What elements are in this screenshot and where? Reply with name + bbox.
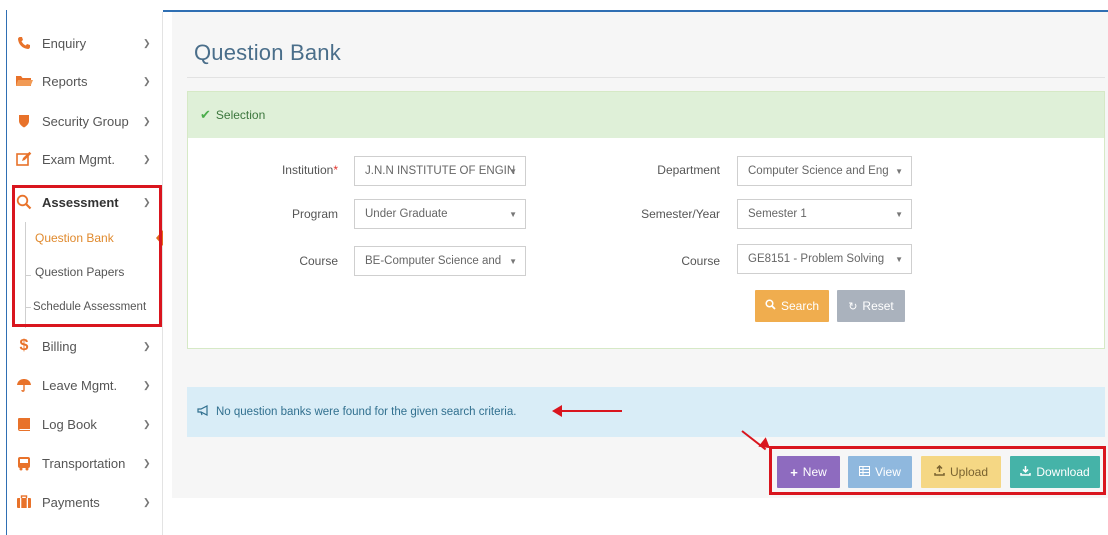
sidebar-item-log-book[interactable]: Log Book ❯: [7, 405, 163, 443]
institution-select[interactable]: J.N.N INSTITUTE OF ENGIN ▼: [354, 156, 526, 186]
sidebar-item-security-group[interactable]: Security Group ❯: [7, 102, 163, 140]
folder-icon: [15, 73, 33, 89]
chevron-down-icon: ❯: [143, 379, 151, 390]
semester-select[interactable]: Semester 1 ▼: [737, 199, 912, 229]
program-label: Program: [291, 207, 338, 221]
institution-select-value: J.N.N INSTITUTE OF ENGIN: [365, 165, 516, 177]
sidebar-item-transportation[interactable]: Transportation ❯: [7, 444, 163, 482]
sidebar-item-leave-mgmt[interactable]: Leave Mgmt. ❯: [7, 366, 163, 404]
edit-icon: [15, 151, 33, 167]
program-select-value: Under Graduate: [365, 208, 448, 220]
sidebar-item-reports[interactable]: Reports ❯: [7, 62, 163, 100]
sidebar-item-exam-mgmt[interactable]: Exam Mgmt. ❯: [7, 140, 163, 178]
search-button-label: Search: [780, 299, 820, 313]
sidebar-item-payments[interactable]: Payments ❯: [7, 483, 163, 521]
view-button-label: View: [875, 465, 901, 479]
upload-button[interactable]: Upload: [921, 456, 1001, 488]
semester-select-value: Semester 1: [748, 208, 807, 220]
phone-icon: [15, 35, 33, 51]
reset-button-label: Reset: [862, 299, 894, 313]
course-code-select-value: GE8151 - Problem Solving: [748, 253, 885, 265]
table-icon: [859, 465, 871, 479]
no-results-alert: No question banks were found for the giv…: [187, 387, 1105, 437]
chevron-down-icon: ❯: [143, 457, 151, 468]
chevron-down-icon: ❯: [143, 37, 151, 48]
program-select[interactable]: Under Graduate ▼: [354, 199, 526, 229]
chevron-down-icon: ❯: [143, 115, 151, 126]
download-button-label: Download: [1036, 465, 1090, 479]
title-divider: [187, 77, 1105, 78]
sidebar-item-label: Log Book: [42, 416, 97, 432]
caret-down-icon: ▼: [509, 210, 517, 219]
new-button[interactable]: + New: [777, 456, 840, 488]
new-button-label: New: [802, 465, 827, 479]
sidebar-item-label: Payments: [42, 494, 100, 510]
shield-icon: [15, 113, 33, 129]
undo-icon: ↻: [848, 300, 858, 313]
course-code-label: Course: [681, 254, 720, 268]
caret-down-icon: ▼: [895, 210, 903, 219]
plus-icon: +: [790, 464, 798, 480]
download-button[interactable]: Download: [1010, 456, 1100, 488]
course-label: Course: [299, 254, 338, 268]
no-results-message: No question banks were found for the giv…: [216, 406, 517, 418]
semester-label: Semester/Year: [641, 207, 720, 221]
sidebar-item-label: Enquiry: [42, 35, 87, 51]
briefcase-icon: [15, 494, 33, 510]
caret-down-icon: ▼: [509, 257, 517, 266]
dollar-icon: $: [19, 337, 29, 354]
sidebar-item-label: Reports: [42, 73, 88, 89]
caret-down-icon: ▼: [895, 255, 903, 264]
chevron-down-icon: ❯: [143, 153, 151, 164]
annotation-arrow-head: [552, 405, 562, 417]
required-marker: *: [333, 163, 338, 177]
chevron-down-icon: ❯: [143, 418, 151, 429]
department-select-value: Computer Science and Eng: [748, 165, 889, 177]
bus-icon: [15, 455, 33, 471]
annotation-highlight-box: [12, 185, 162, 327]
course-select-value: BE-Computer Science and: [365, 255, 502, 267]
sidebar-item-label: Exam Mgmt.: [42, 151, 115, 167]
reset-button[interactable]: ↻ Reset: [837, 290, 905, 322]
department-select[interactable]: Computer Science and Eng ▼: [737, 156, 912, 186]
caret-down-icon: ▼: [509, 167, 517, 176]
chevron-down-icon: ❯: [143, 496, 151, 507]
sidebar-item-enquiry[interactable]: Enquiry ❯: [7, 24, 163, 62]
bullhorn-icon: [197, 405, 210, 419]
selection-panel-header: ✔ Selection: [188, 92, 1104, 138]
search-icon: [765, 299, 776, 313]
download-icon: [1020, 465, 1032, 479]
department-label: Department: [657, 163, 720, 177]
sidebar-item-label: Leave Mgmt.: [42, 377, 118, 393]
course-select[interactable]: BE-Computer Science and ▼: [354, 246, 526, 276]
sidebar-item-label: Security Group: [42, 113, 129, 129]
view-button[interactable]: View: [848, 456, 912, 488]
check-icon: ✔: [200, 107, 211, 122]
chevron-down-icon: ❯: [143, 75, 151, 86]
selection-heading: Selection: [215, 108, 266, 122]
book-icon: [15, 416, 33, 432]
institution-label: Institution*: [281, 163, 338, 177]
page-title: Question Bank: [194, 40, 341, 65]
chevron-down-icon: ❯: [143, 340, 151, 351]
sidebar-item-label: Billing: [42, 338, 77, 354]
annotation-arrow-line: [560, 410, 622, 412]
upload-icon: [934, 464, 945, 479]
search-button[interactable]: Search: [755, 290, 829, 322]
course-code-select[interactable]: GE8151 - Problem Solving ▼: [737, 244, 912, 274]
sidebar-item-billing[interactable]: $ Billing ❯: [7, 327, 163, 365]
caret-down-icon: ▼: [895, 167, 903, 176]
umbrella-icon: [15, 377, 33, 393]
upload-button-label: Upload: [949, 465, 989, 479]
sidebar-item-label: Transportation: [42, 455, 126, 471]
